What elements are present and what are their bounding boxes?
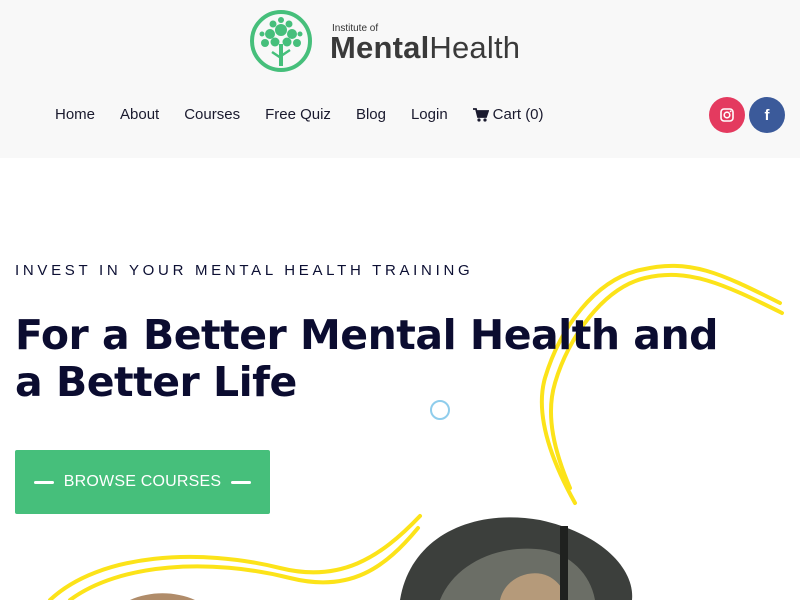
nav-cart[interactable]: Cart (0) [472, 104, 544, 126]
cart-count: (0) [525, 106, 544, 123]
instagram-button[interactable] [709, 97, 745, 133]
nav-free-quiz[interactable]: Free Quiz [265, 104, 331, 126]
nav-courses[interactable]: Courses [184, 104, 240, 126]
instagram-icon [720, 108, 734, 122]
site-logo[interactable]: Institute of MentalHealth [248, 8, 558, 74]
nav-blog[interactable]: Blog [356, 104, 386, 126]
tree-logo-icon [250, 10, 312, 72]
cart-label: Cart [492, 106, 522, 123]
dash-right-icon [231, 480, 252, 484]
nav-login[interactable]: Login [411, 104, 448, 126]
dash-left-icon [33, 480, 54, 484]
browse-courses-label: BROWSE COURSES [63, 473, 222, 490]
main-nav: Home About Courses Free Quiz Blog Login … [55, 104, 569, 126]
cart-icon [472, 108, 489, 122]
facebook-icon: f [764, 106, 770, 124]
nav-home[interactable]: Home [55, 104, 95, 126]
browse-courses-button[interactable]: BROWSE COURSES [15, 450, 270, 514]
hero-headline: For a Better Mental Health and a Better … [15, 311, 719, 406]
logo-wordmark: MentalHealth [330, 30, 520, 66]
logo-wordmark-bold: Mental [330, 30, 430, 65]
site-header: Institute of MentalHealth Home About Cou… [0, 0, 800, 158]
logo-wordmark-light: Health [429, 30, 521, 65]
facebook-button[interactable]: f [749, 97, 785, 133]
nav-about[interactable]: About [120, 104, 159, 126]
